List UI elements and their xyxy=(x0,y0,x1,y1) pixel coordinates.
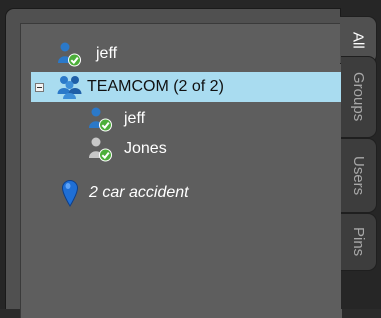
tree-item-label: TEAMCOM (2 of 2) xyxy=(87,78,224,95)
tree-item-label: Jones xyxy=(124,140,167,157)
user-online-icon xyxy=(56,41,82,72)
user-online-icon xyxy=(87,106,113,137)
tree-item-user-jeff[interactable]: jeff xyxy=(21,39,341,69)
tree-item-group-teamcom[interactable]: TEAMCOM (2 of 2) xyxy=(31,72,341,102)
contacts-panel: jeff TEAMCOM (2 of 2) jeff Jones 2 car a… xyxy=(5,8,342,318)
window-frame: jeff TEAMCOM (2 of 2) jeff Jones 2 car a… xyxy=(0,0,381,318)
tree-item-pin-accident[interactable]: 2 car accident xyxy=(21,178,341,208)
tree-item-label: jeff xyxy=(124,110,146,127)
tab-label: Groups xyxy=(350,72,367,122)
tab-label: All xyxy=(349,31,367,49)
tab-users[interactable]: Users xyxy=(341,138,377,213)
tree-item-user-jeff-member[interactable]: jeff xyxy=(21,104,341,134)
contacts-tree[interactable]: jeff TEAMCOM (2 of 2) jeff Jones 2 car a… xyxy=(20,23,342,318)
map-pin-icon xyxy=(61,179,79,212)
tab-pins[interactable]: Pins xyxy=(341,213,377,271)
tree-item-label: 2 car accident xyxy=(89,184,189,201)
tree-item-user-jones[interactable]: Jones xyxy=(21,134,341,164)
tree-item-label: jeff xyxy=(96,45,118,62)
tab-label: Pins xyxy=(350,227,367,257)
group-icon xyxy=(56,74,84,105)
collapse-toggle[interactable] xyxy=(35,82,44,92)
filter-tabs: All Groups Users Pins xyxy=(340,8,381,309)
tab-label: Users xyxy=(350,155,367,196)
user-offline-icon xyxy=(87,136,113,167)
tab-groups[interactable]: Groups xyxy=(341,56,377,138)
